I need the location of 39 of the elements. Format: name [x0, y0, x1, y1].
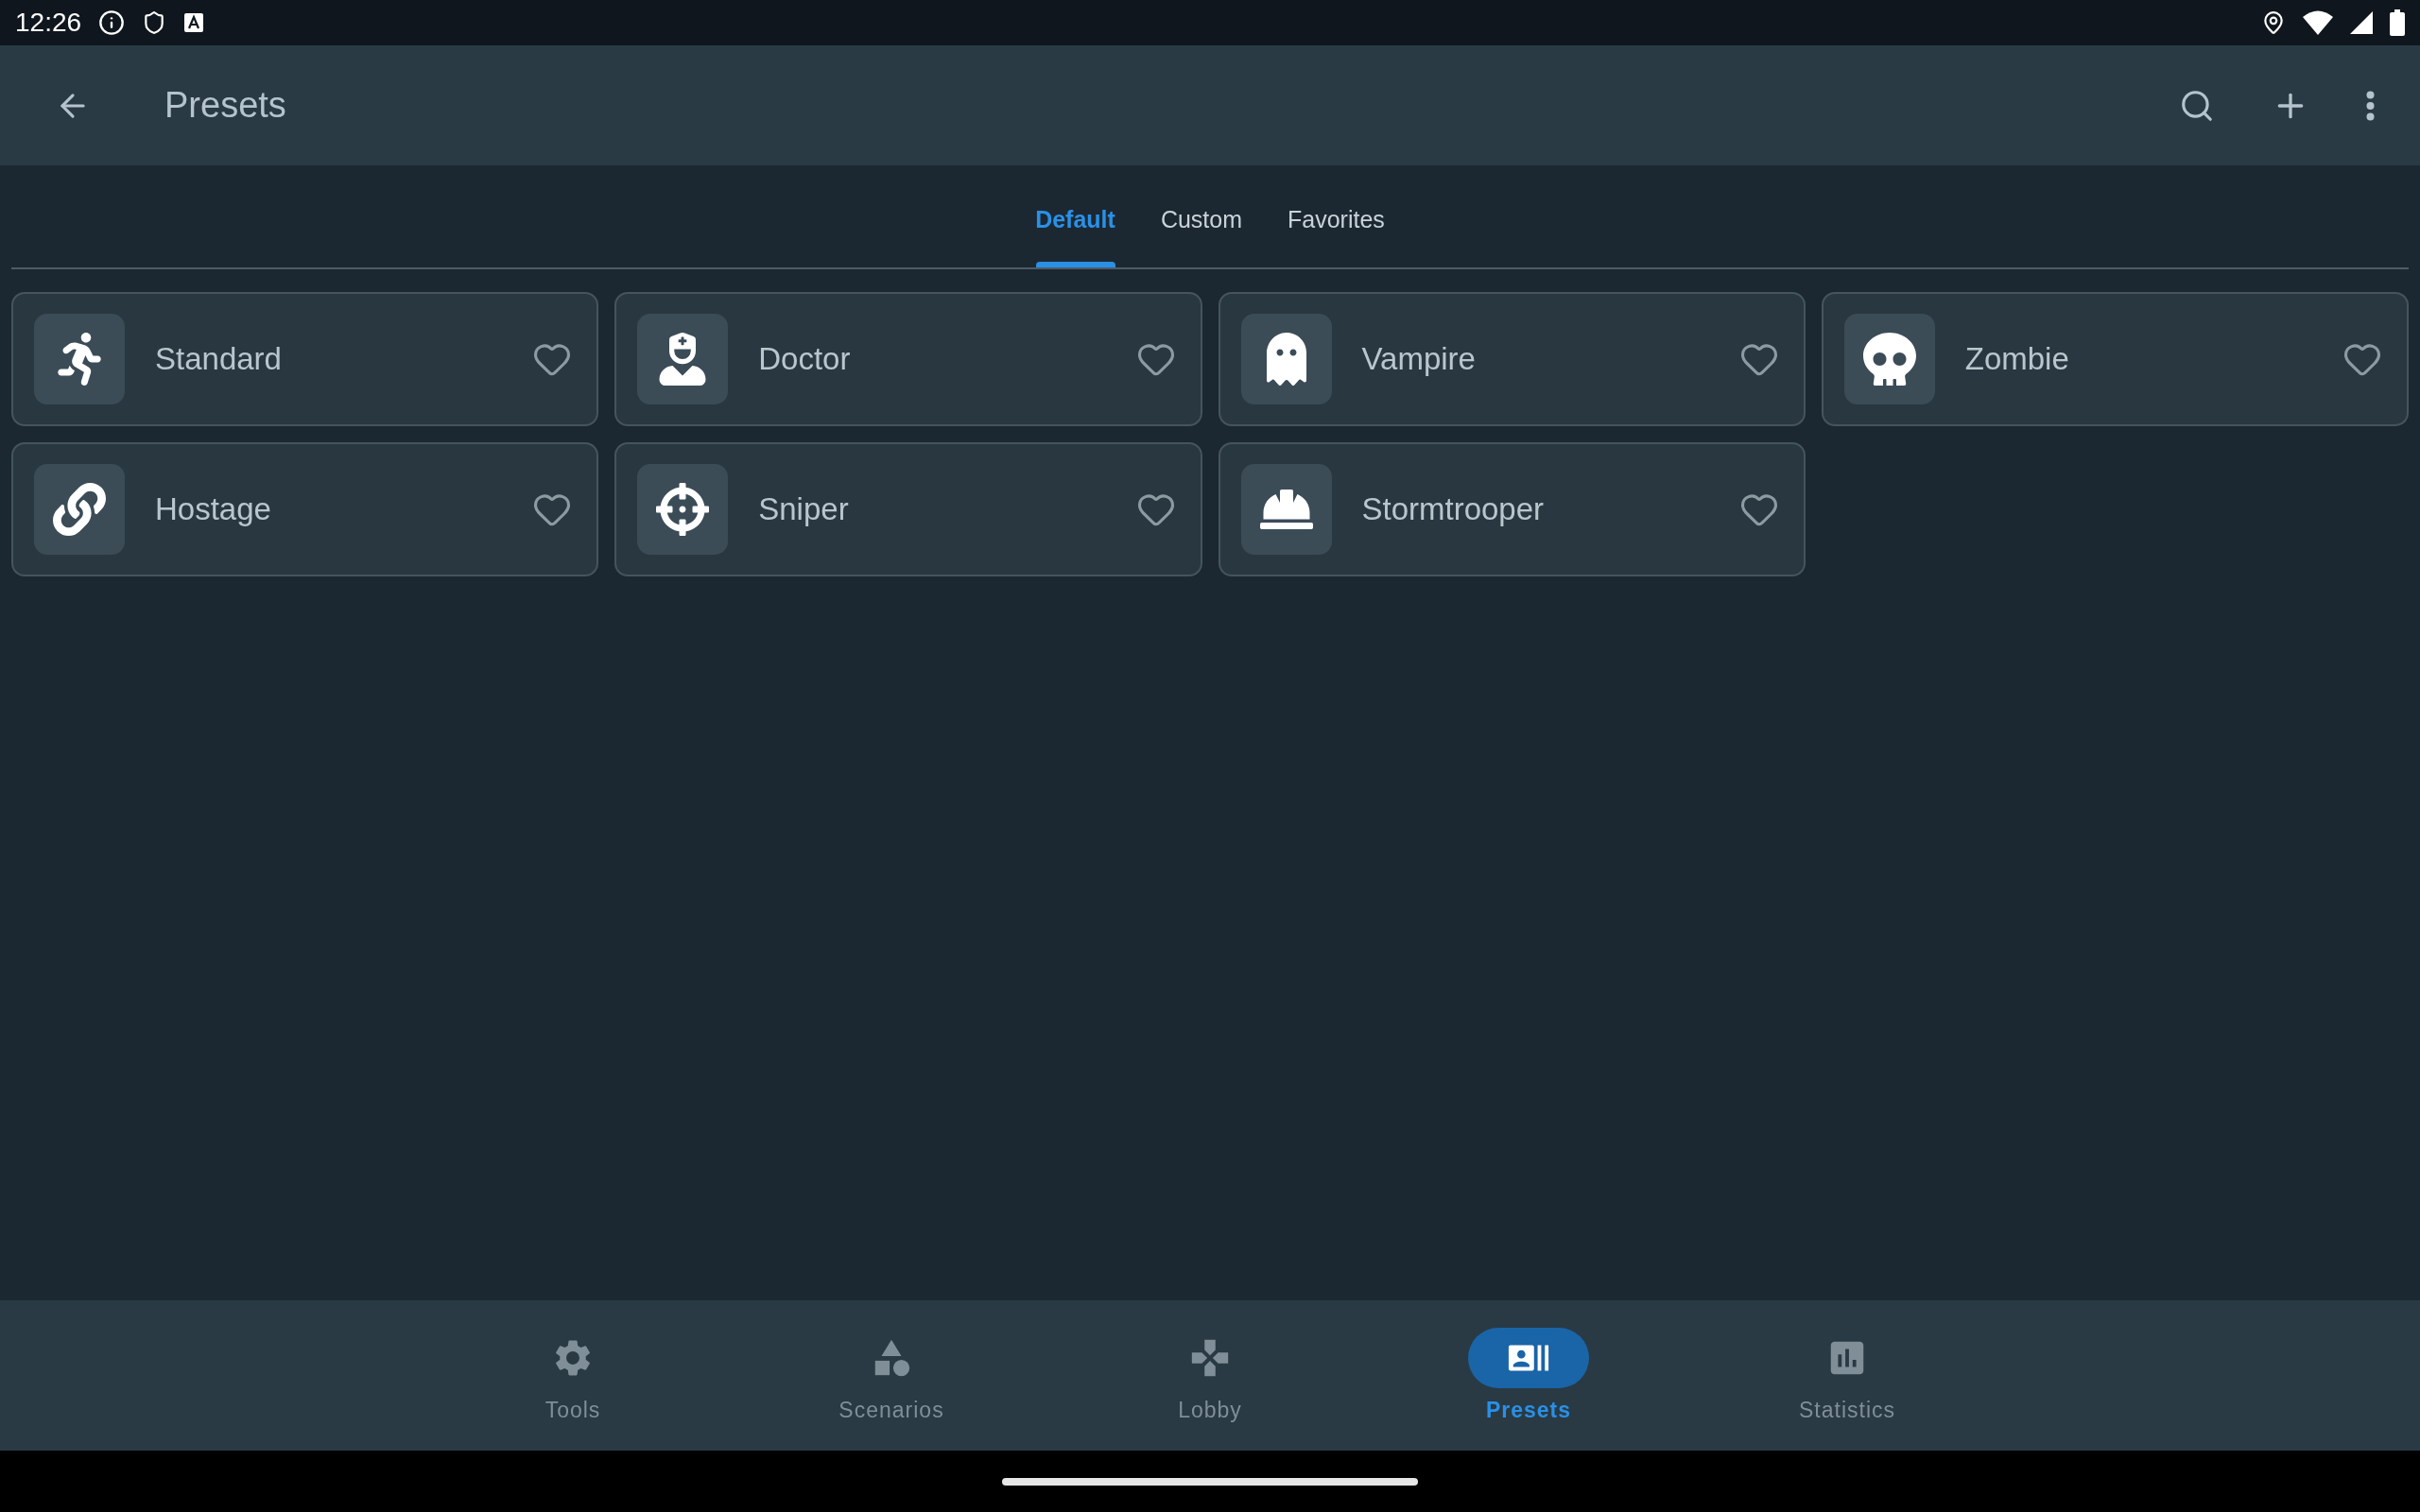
preset-card[interactable]: Doctor	[614, 292, 1202, 426]
nav-tab[interactable]: Presets	[1369, 1300, 1688, 1451]
tab[interactable]: Favorites	[1265, 165, 1408, 267]
preset-card[interactable]: Zombie	[1821, 292, 2409, 426]
preset-card[interactable]: Stormtrooper	[1218, 442, 1806, 576]
preset-card[interactable]: Hostage	[11, 442, 599, 576]
location-icon	[2261, 10, 2286, 35]
ghost-icon	[1240, 314, 1332, 404]
page-title: Presets	[164, 85, 286, 126]
nurse-icon	[637, 314, 729, 404]
tab[interactable]: Default	[1012, 165, 1138, 267]
app-notification-icon	[183, 12, 205, 33]
preset-card[interactable]: Sniper	[614, 442, 1202, 576]
preset-name: Zombie	[1964, 341, 2070, 377]
preset-card[interactable]: Vampire	[1218, 292, 1806, 426]
nav-tab[interactable]: Scenarios	[732, 1300, 1051, 1451]
preset-name: Stormtrooper	[1361, 491, 1546, 527]
gesture-handle[interactable]	[1002, 1477, 1418, 1486]
preset-card[interactable]: Standard	[11, 292, 599, 426]
chain-link-icon	[34, 464, 125, 555]
runner-icon	[34, 314, 125, 404]
preset-name: Doctor	[758, 341, 852, 377]
signal-icon	[2350, 11, 2373, 34]
preset-name: Sniper	[758, 491, 850, 527]
preset-name: Hostage	[155, 491, 272, 527]
skull-icon	[1843, 314, 1935, 404]
status-time: 12:26	[15, 8, 82, 38]
preset-name: Vampire	[1361, 341, 1477, 377]
preset-name: Standard	[155, 341, 283, 377]
hard-hat-icon	[1240, 464, 1332, 555]
nav-tab[interactable]: Tools	[413, 1300, 733, 1451]
info-icon	[98, 9, 126, 36]
tab[interactable]: Custom	[1137, 165, 1266, 267]
battery-icon	[2390, 9, 2405, 36]
wifi-icon	[2303, 10, 2333, 35]
nav-tab[interactable]: Statistics	[1687, 1300, 2007, 1451]
more-vertical-icon	[2366, 90, 2375, 121]
nav-tab[interactable]: Lobby	[1050, 1300, 1370, 1451]
crosshair-icon	[637, 464, 729, 555]
